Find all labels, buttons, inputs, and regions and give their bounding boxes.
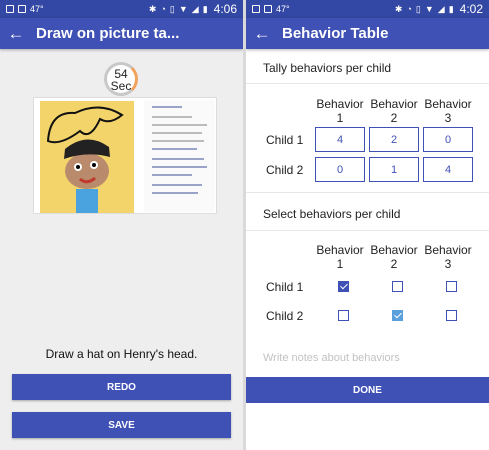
select-section-title: Select behaviors per child — [263, 207, 401, 221]
temperature-text: 47° — [30, 4, 44, 14]
back-arrow-icon[interactable]: ← — [0, 24, 28, 44]
signal-icon: ◢ — [437, 3, 445, 14]
instructions-preview — [144, 100, 215, 212]
divider — [246, 230, 489, 231]
battery-icon: ▮ — [448, 3, 454, 14]
page-title: Draw on picture ta... — [36, 25, 180, 42]
tally-row-label: Child 2 — [266, 163, 304, 177]
clock: 4:02 — [459, 2, 483, 16]
tally-row-label: Child 1 — [266, 133, 304, 147]
notes-input[interactable]: Write notes about behaviors — [263, 352, 400, 364]
behavior-checkbox[interactable] — [338, 281, 349, 292]
tally-input[interactable]: 2 — [369, 127, 419, 152]
wifi-icon: ▼ — [424, 4, 434, 14]
behavior-table-screen: 47° ✱ ◔ ▯ ▼ ◢ ▮ 4:02 ← Behavior Table Ta… — [246, 0, 489, 450]
wifi-icon: ▼ — [178, 4, 188, 14]
alarm-icon: ◔ — [160, 4, 166, 14]
behavior-checkbox[interactable] — [392, 281, 403, 292]
done-button[interactable]: DONE — [246, 377, 489, 403]
vibrate-icon: ▯ — [415, 3, 421, 14]
tally-col-1: Behavior 1 — [316, 97, 364, 125]
image-icon — [18, 5, 26, 13]
tally-col-3: Behavior 3 — [424, 97, 472, 125]
battery-icon: ▮ — [202, 3, 208, 14]
page-title: Behavior Table — [282, 25, 389, 42]
tally-input[interactable]: 0 — [423, 127, 473, 152]
tally-input[interactable]: 1 — [369, 157, 419, 182]
select-row-label: Child 1 — [266, 280, 304, 294]
draw-screen: 47° ✱ ◔ ▯ ▼ ◢ ▮ 4:06 ← Draw on picture t… — [0, 0, 243, 450]
image-icon — [264, 5, 272, 13]
select-col-2: Behavior 2 — [370, 243, 418, 271]
alarm-icon: ◔ — [406, 4, 412, 14]
status-bar: 47° ✱ ◔ ▯ ▼ ◢ ▮ 4:06 — [0, 0, 243, 18]
vibrate-icon: ▯ — [169, 3, 175, 14]
signal-icon: ◢ — [191, 3, 199, 14]
behavior-checkbox[interactable] — [446, 310, 457, 321]
divider — [246, 83, 489, 84]
redo-button[interactable]: REDO — [12, 374, 231, 400]
bluetooth-icon: ✱ — [148, 3, 157, 14]
behavior-checkbox[interactable] — [338, 310, 349, 321]
divider — [246, 192, 489, 193]
countdown-timer: 54 Sec — [104, 62, 138, 96]
bluetooth-icon: ✱ — [394, 3, 403, 14]
child-drawing-image — [40, 101, 134, 213]
behavior-checkbox[interactable] — [446, 281, 457, 292]
select-col-1: Behavior 1 — [316, 243, 364, 271]
behavior-checkbox[interactable] — [392, 310, 403, 321]
drawing-canvas[interactable] — [33, 97, 217, 214]
notification-icon — [6, 5, 14, 13]
app-bar: ← Behavior Table — [246, 18, 489, 49]
app-bar: ← Draw on picture ta... — [0, 18, 243, 49]
select-row-label: Child 2 — [266, 309, 304, 323]
tally-section-title: Tally behaviors per child — [263, 61, 392, 75]
select-col-3: Behavior 3 — [424, 243, 472, 271]
status-bar: 47° ✱ ◔ ▯ ▼ ◢ ▮ 4:02 — [246, 0, 489, 18]
timer-unit: Sec — [110, 79, 132, 93]
save-button[interactable]: SAVE — [12, 412, 231, 438]
clock: 4:06 — [213, 2, 237, 16]
tally-col-2: Behavior 2 — [370, 97, 418, 125]
tally-input[interactable]: 4 — [315, 127, 365, 152]
temperature-text: 47° — [276, 4, 290, 14]
back-arrow-icon[interactable]: ← — [246, 24, 274, 44]
tally-input[interactable]: 0 — [315, 157, 365, 182]
screens: 47° ✱ ◔ ▯ ▼ ◢ ▮ 4:06 ← Draw on picture t… — [0, 0, 489, 450]
notification-icon — [252, 5, 260, 13]
tally-input[interactable]: 4 — [423, 157, 473, 182]
instruction-text: Draw a hat on Henry's head. — [45, 347, 198, 361]
